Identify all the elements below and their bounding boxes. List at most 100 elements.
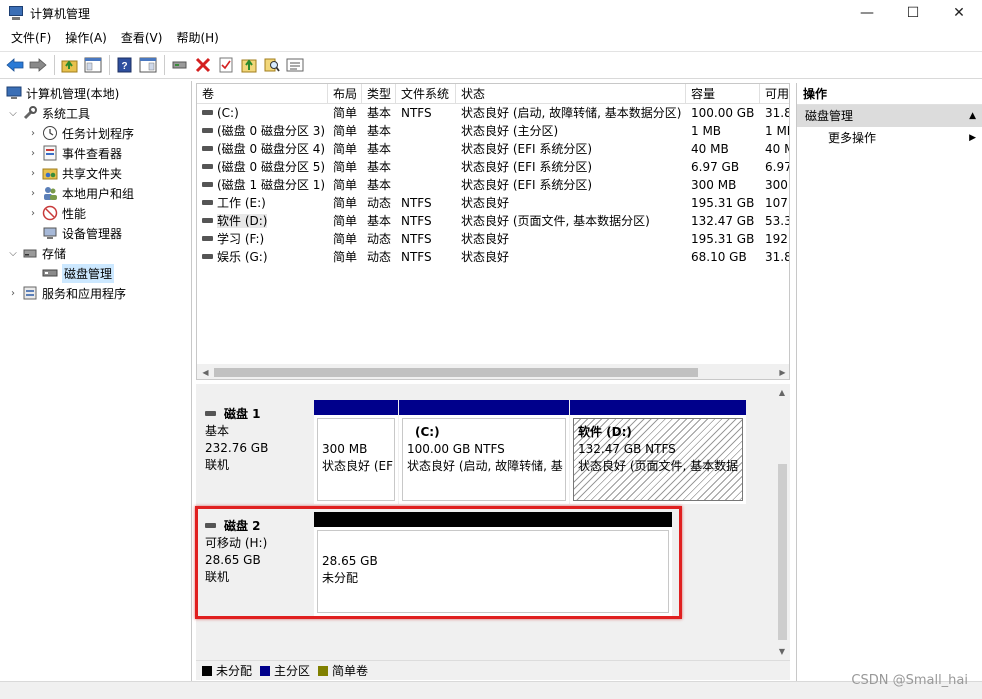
show-hide-tree-button[interactable]: [82, 54, 104, 76]
cell-filesystem: NTFS: [401, 196, 432, 210]
cell-capacity: 6.97 GB: [691, 160, 740, 174]
chevron-right-icon[interactable]: ›: [8, 288, 18, 299]
cell-free: 40 M: [765, 142, 789, 156]
up-folder-button[interactable]: [59, 54, 81, 76]
column-header-capacity[interactable]: 容量: [686, 84, 760, 104]
column-header-status[interactable]: 状态: [456, 84, 686, 104]
forward-button[interactable]: [27, 54, 49, 76]
tree-item-local-users[interactable]: › 本地用户和组: [28, 183, 134, 203]
table-row[interactable]: 工作 (E:) 简单 动态 NTFS 状态良好 195.31 GB 107.: [197, 194, 789, 212]
scroll-down-icon[interactable]: ▼: [774, 643, 790, 660]
menu-action[interactable]: 操作(A): [58, 27, 114, 49]
table-row[interactable]: 软件 (D:) 简单 基本 NTFS 状态良好 (页面文件, 基本数据分区) 132.47…: [197, 212, 790, 230]
computer-management-icon: [8, 5, 24, 21]
chevron-right-icon[interactable]: ›: [28, 168, 38, 179]
partition-d[interactable]: 软件 (D:) 132.47 GB NTFS 状态良好 (页面文件, 基本数据: [570, 400, 746, 504]
toolbar-separator: [54, 55, 55, 75]
delete-x-icon: [195, 57, 211, 73]
export-button[interactable]: [238, 54, 260, 76]
properties-button[interactable]: [215, 54, 237, 76]
scroll-left-icon[interactable]: ◀: [197, 364, 214, 379]
console-tree-icon: [84, 57, 102, 73]
disk-1-label[interactable]: 磁盘 1 基本 232.76 GB 联机: [196, 400, 313, 504]
chevron-right-icon[interactable]: ›: [28, 148, 38, 159]
chevron-down-icon[interactable]: ⌵: [8, 248, 18, 259]
tree-label: 服务和应用程序: [42, 286, 127, 301]
help-icon: ?: [117, 57, 132, 73]
table-row[interactable]: (C:) 简单 基本 NTFS 状态良好 (启动, 故障转储, 基本数据分区) 100.0…: [197, 104, 789, 122]
column-header-layout[interactable]: 布局: [328, 84, 362, 104]
vertical-scrollbar[interactable]: ▲ ▼: [774, 384, 790, 660]
list-view-button[interactable]: [284, 54, 306, 76]
tree-item-performance[interactable]: › 性能: [28, 203, 86, 223]
menu-help[interactable]: 帮助(H): [169, 27, 225, 49]
show-hide-action-pane-button[interactable]: [137, 54, 159, 76]
cell-layout: 简单: [333, 196, 358, 210]
chevron-down-icon[interactable]: ⌵: [8, 108, 18, 119]
table-row[interactable]: 娱乐 (G:) 简单 动态 NTFS 状态良好 68.10 GB 31.8: [197, 248, 789, 266]
maximize-button[interactable]: ☐: [890, 0, 936, 26]
column-header-filesystem[interactable]: 文件系统: [396, 84, 456, 104]
section-label: 磁盘管理: [805, 109, 854, 123]
cell-status: 状态良好 (EFI 系统分区): [461, 178, 593, 192]
column-header-free[interactable]: 可用: [760, 84, 789, 104]
table-row[interactable]: (磁盘 0 磁盘分区 3) 简单 基本 状态良好 (主分区) 1 MB 1 MI: [197, 122, 789, 140]
primary-partition-bar: [570, 400, 746, 415]
tree-label: 系统工具: [42, 106, 91, 121]
connect-button[interactable]: [169, 54, 191, 76]
table-row[interactable]: 学习 (F:) 简单 动态 NTFS 状态良好 195.31 GB 192.: [197, 230, 789, 248]
scroll-right-icon[interactable]: ▶: [774, 364, 789, 379]
cell-filesystem: NTFS: [401, 232, 432, 246]
disk-name: 磁盘 1: [224, 407, 261, 421]
console-tree: 计算机管理(本地) ⌵ 系统工具 › 任务计划程序 › 事件查看器 › 共享文件…: [0, 81, 192, 681]
drive-connect-icon: [172, 61, 187, 69]
chevron-right-icon[interactable]: ›: [28, 188, 38, 199]
volume-name: 软件 (D:): [217, 214, 268, 228]
search-button[interactable]: [261, 54, 283, 76]
tree-item-system-tools[interactable]: ⌵ 系统工具: [8, 103, 90, 123]
cell-type: 基本: [367, 142, 392, 156]
delete-button[interactable]: [192, 54, 214, 76]
watermark: CSDN @Small_hai: [851, 673, 968, 688]
volume-list: 卷 布局 类型 文件系统 状态 容量 可用 (C:) 简单 基本 NTFS 状态良好 (…: [196, 83, 790, 380]
tree-item-storage[interactable]: ⌵ 存储: [8, 243, 66, 263]
scrollbar-thumb[interactable]: [778, 464, 787, 640]
tree-item-shared-folders[interactable]: › 共享文件夹: [28, 163, 122, 183]
close-button[interactable]: ✕: [936, 0, 982, 26]
cell-free: 53.3: [765, 214, 790, 228]
table-row[interactable]: (磁盘 0 磁盘分区 5) 简单 基本 状态良好 (EFI 系统分区) 6.97 GB 6…: [197, 158, 789, 176]
cell-capacity: 40 MB: [691, 142, 729, 156]
tree-item-services-apps[interactable]: › 服务和应用程序: [8, 283, 126, 303]
partition-efi[interactable]: 300 MB 状态良好 (EF: [314, 400, 398, 504]
tree-item-event-viewer[interactable]: › 事件查看器: [28, 143, 122, 163]
tree-item-task-scheduler[interactable]: › 任务计划程序: [28, 123, 134, 143]
partition-c[interactable]: (C:) 100.00 GB NTFS 状态良好 (启动, 故障转储, 基: [399, 400, 569, 504]
horizontal-scrollbar[interactable]: ◀ ▶: [197, 364, 789, 379]
device-manager-icon: [42, 225, 58, 241]
scroll-up-icon[interactable]: ▲: [774, 384, 790, 401]
menu-file[interactable]: 文件(F): [4, 27, 58, 49]
tree-item-device-manager[interactable]: 设备管理器: [42, 223, 122, 243]
collapse-up-icon[interactable]: ▲: [969, 105, 976, 127]
column-header-volume[interactable]: 卷: [197, 84, 328, 104]
table-row[interactable]: (磁盘 0 磁盘分区 4) 简单 基本 状态良好 (EFI 系统分区) 40 MB 40 …: [197, 140, 789, 158]
menu-view[interactable]: 查看(V): [114, 27, 170, 49]
tree-item-disk-management[interactable]: 磁盘管理: [42, 263, 115, 283]
actions-section-disk-management[interactable]: 磁盘管理 ▲: [797, 105, 982, 127]
volume-name: (C:): [217, 106, 239, 120]
svg-text:?: ?: [121, 61, 127, 72]
tree-label: 存储: [42, 246, 67, 261]
tree-item-computer-management[interactable]: 计算机管理(本地): [6, 83, 119, 103]
more-actions-item[interactable]: 更多操作 ▶: [797, 127, 982, 149]
users-icon: [42, 185, 58, 201]
chevron-right-icon[interactable]: ›: [28, 128, 38, 139]
help-button[interactable]: ?: [114, 54, 136, 76]
minimize-button[interactable]: —: [844, 0, 890, 26]
cell-status: 状态良好 (页面文件, 基本数据分区): [461, 214, 650, 228]
table-row[interactable]: (磁盘 1 磁盘分区 1) 简单 基本 状态良好 (EFI 系统分区) 300 MB 30…: [197, 176, 789, 194]
column-header-type[interactable]: 类型: [362, 84, 396, 104]
back-button[interactable]: [4, 54, 26, 76]
chevron-right-icon[interactable]: ›: [28, 208, 38, 219]
scrollbar-thumb[interactable]: [214, 368, 698, 377]
cell-status: 状态良好 (EFI 系统分区): [461, 142, 593, 156]
